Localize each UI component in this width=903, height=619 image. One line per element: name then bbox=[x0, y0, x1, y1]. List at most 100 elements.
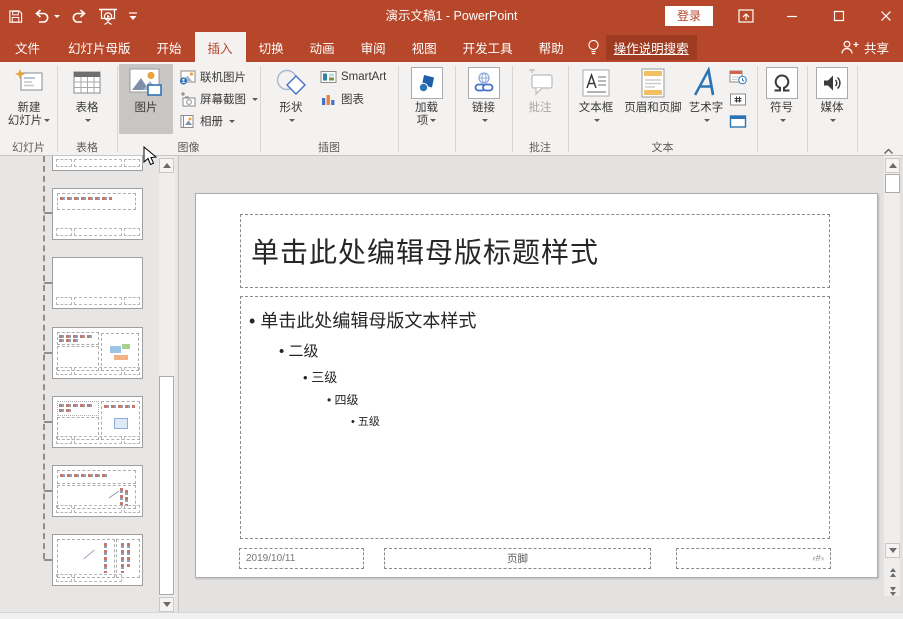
screenshot-button[interactable]: 屏幕截图 bbox=[177, 88, 261, 110]
minimize-button[interactable] bbox=[775, 0, 809, 32]
header-footer-label: 页眉和页脚 bbox=[624, 102, 682, 115]
group-label-text: 文本 bbox=[568, 139, 757, 155]
footer-placeholder[interactable]: 页脚 bbox=[384, 548, 651, 569]
slide-layout-thumbnail-3[interactable] bbox=[52, 257, 143, 309]
slide-layout-thumbnail-1[interactable] bbox=[52, 156, 143, 171]
media-button[interactable]: 媒体 bbox=[809, 64, 855, 134]
ribbon-display-options-button[interactable] bbox=[729, 0, 763, 32]
tab-view[interactable]: 视图 bbox=[399, 32, 450, 62]
start-slideshow-button[interactable] bbox=[98, 8, 118, 25]
slide-layout-thumbnail-5[interactable] bbox=[52, 396, 143, 448]
tab-file[interactable]: 文件 bbox=[0, 32, 55, 62]
tab-transitions[interactable]: 切换 bbox=[246, 32, 297, 62]
thumb-footer-box bbox=[74, 367, 122, 375]
tab-home[interactable]: 开始 bbox=[144, 32, 195, 62]
chart-button[interactable]: 图表 bbox=[318, 88, 398, 110]
comment-label: 批注 bbox=[529, 102, 552, 115]
slide-layout-thumbnail-6[interactable] bbox=[52, 465, 143, 517]
title-bar: 演示文稿1 - PowerPoint 登录 bbox=[0, 0, 903, 32]
bullet-level-5: • 五级 bbox=[351, 413, 829, 429]
tell-me-search[interactable]: 操作说明搜索 bbox=[587, 32, 697, 62]
next-slide-button[interactable] bbox=[885, 584, 900, 599]
thumb-footer-box bbox=[74, 297, 122, 305]
thumb-footer-box bbox=[56, 228, 72, 236]
body-placeholder[interactable]: • 单击此处编辑母版文本样式 • 二级 • 三级 • 四级 • 五级 bbox=[240, 296, 830, 539]
date-time-button[interactable] bbox=[727, 66, 751, 88]
thumb-picture-block bbox=[114, 418, 128, 429]
chart-icon bbox=[320, 92, 337, 106]
maximize-button[interactable] bbox=[822, 0, 856, 32]
editor-scroll-down-button[interactable] bbox=[885, 543, 900, 558]
save-icon bbox=[8, 9, 23, 24]
thumb-footer-box bbox=[74, 574, 122, 582]
tab-help[interactable]: 帮助 bbox=[526, 32, 577, 62]
close-button[interactable] bbox=[869, 0, 903, 32]
panel-scrollbar-thumb[interactable] bbox=[159, 376, 174, 595]
links-button[interactable]: 链接 bbox=[457, 64, 510, 134]
textbox-label: 文本框 bbox=[579, 102, 614, 115]
editor-scrollbar-track[interactable] bbox=[884, 156, 900, 596]
header-footer-button[interactable]: 页眉和页脚 bbox=[622, 64, 684, 134]
new-slide-label-line1: 新建 bbox=[18, 102, 41, 115]
panel-scroll-down-button[interactable] bbox=[159, 597, 174, 612]
title-placeholder[interactable]: 单击此处编辑母版标题样式 bbox=[240, 214, 830, 288]
tab-developer[interactable]: 开发工具 bbox=[450, 32, 526, 62]
slide-number-placeholder[interactable]: ‹#› bbox=[676, 548, 831, 569]
table-button[interactable]: 表格 bbox=[60, 64, 114, 134]
thumb-footer-box bbox=[74, 436, 122, 444]
photo-album-button[interactable]: 相册 bbox=[177, 110, 261, 132]
addins-button[interactable]: 加载 项 bbox=[400, 64, 453, 134]
table-label: 表格 bbox=[76, 102, 99, 115]
editor-scrollbar-thumb[interactable] bbox=[885, 174, 900, 193]
new-slide-icon bbox=[13, 68, 45, 98]
undo-dropdown-caret[interactable] bbox=[54, 15, 60, 18]
date-placeholder[interactable]: 2019/10/11 bbox=[239, 548, 364, 569]
tab-review[interactable]: 审阅 bbox=[348, 32, 399, 62]
thumb-footer-box bbox=[124, 297, 140, 305]
undo-button[interactable] bbox=[33, 9, 60, 23]
footer-text: 页脚 bbox=[507, 551, 528, 566]
tab-insert[interactable]: 插入 bbox=[195, 32, 246, 62]
previous-slide-button[interactable] bbox=[885, 565, 900, 580]
symbol-button[interactable]: 符号 bbox=[758, 64, 805, 134]
thumb-footer-box bbox=[124, 159, 140, 167]
share-button[interactable]: 共享 bbox=[840, 32, 903, 62]
slide-layout-thumbnail-4[interactable] bbox=[52, 327, 143, 379]
thumb-sketch-line bbox=[109, 491, 119, 499]
redo-button[interactable] bbox=[70, 9, 88, 23]
dropdown-caret bbox=[482, 119, 488, 122]
new-slide-button[interactable]: 新建 幻灯片 bbox=[3, 64, 55, 134]
shapes-button[interactable]: 形状 bbox=[264, 64, 318, 134]
customize-qat-button[interactable] bbox=[128, 11, 138, 21]
thumb-title-box bbox=[57, 401, 99, 416]
textbox-button[interactable]: 文本框 bbox=[570, 64, 622, 134]
dropdown-caret bbox=[289, 119, 295, 122]
editor-scroll-up-button[interactable] bbox=[885, 158, 900, 173]
picture-button[interactable]: 图片 bbox=[119, 64, 173, 134]
group-separator bbox=[455, 66, 456, 152]
tab-slide-master[interactable]: 幻灯片母版 bbox=[55, 32, 144, 62]
wordart-button[interactable]: 艺术字 bbox=[684, 64, 728, 134]
smartart-button[interactable]: SmartArt bbox=[318, 66, 398, 88]
tab-animations[interactable]: 动画 bbox=[297, 32, 348, 62]
slide-layout-thumbnail-7[interactable] bbox=[52, 534, 143, 586]
ribbon: 新建 幻灯片 表格 图片 联机图片 屏幕截图 相册 形状 SmartArt 图表 bbox=[0, 62, 903, 156]
object-icon bbox=[729, 114, 747, 129]
slide-number-button[interactable] bbox=[727, 88, 751, 110]
save-button[interactable] bbox=[8, 9, 23, 24]
dropdown-caret bbox=[704, 119, 710, 122]
slideshow-icon bbox=[98, 8, 118, 25]
login-button[interactable]: 登录 bbox=[665, 6, 713, 26]
object-button[interactable] bbox=[727, 110, 751, 132]
close-icon bbox=[880, 10, 892, 22]
redo-icon bbox=[70, 9, 88, 23]
slide-layout-thumbnail-2[interactable] bbox=[52, 188, 143, 240]
panel-scroll-up-button[interactable] bbox=[159, 158, 174, 173]
group-label-images: 图像 bbox=[117, 139, 260, 155]
speaker-icon bbox=[820, 71, 844, 95]
slide-canvas[interactable]: 单击此处编辑母版标题样式 • 单击此处编辑母版文本样式 • 二级 • 三级 • … bbox=[195, 193, 878, 578]
online-pictures-button[interactable]: 联机图片 bbox=[177, 66, 261, 88]
thumb-title-box bbox=[116, 539, 140, 578]
thumb-footer-box bbox=[56, 367, 72, 375]
comment-button: 批注 bbox=[514, 64, 566, 134]
